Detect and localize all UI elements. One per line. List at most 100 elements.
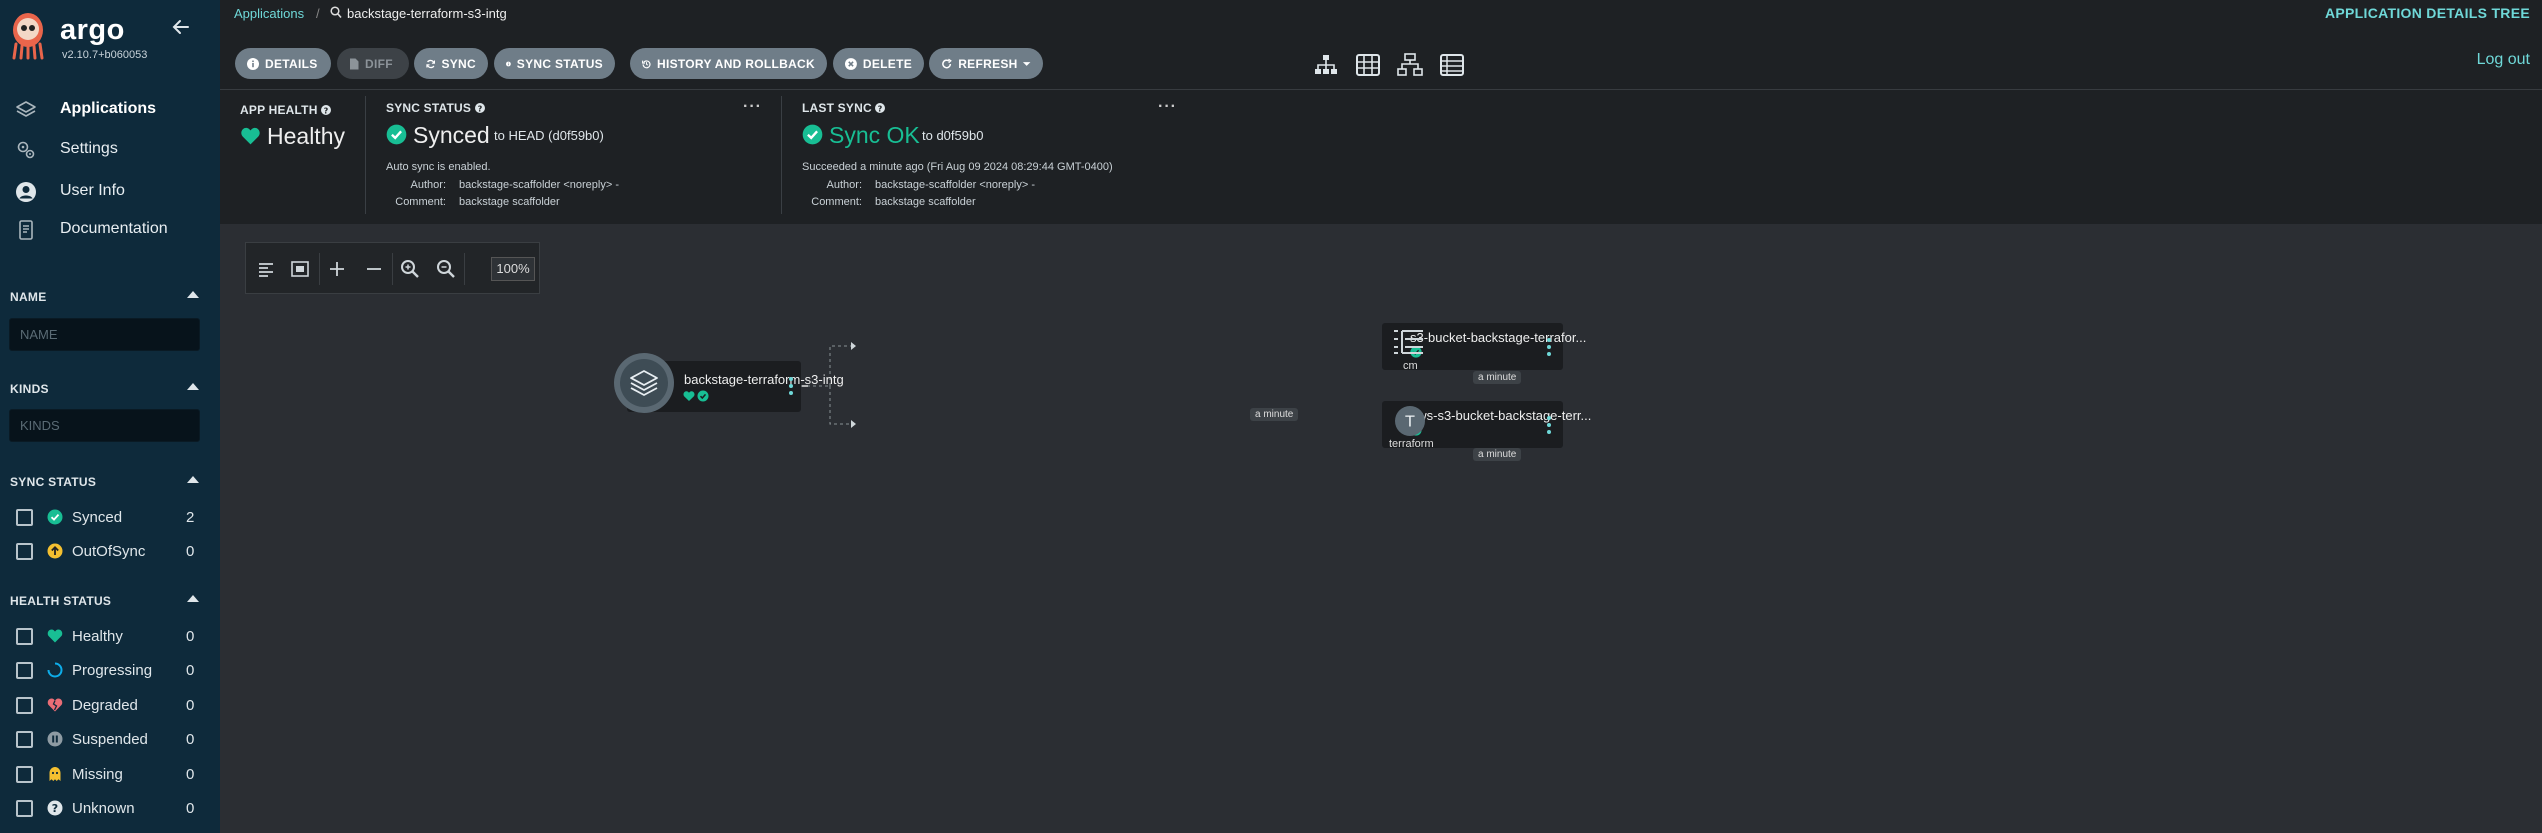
nav-applications[interactable]: Applications bbox=[0, 91, 220, 127]
filter-checkbox[interactable] bbox=[16, 543, 33, 560]
delete-label: DELETE bbox=[862, 56, 912, 71]
filter-checkbox[interactable] bbox=[16, 662, 33, 679]
filter-healthy[interactable]: Healthy 0 bbox=[0, 624, 220, 648]
node-actions-icon[interactable] bbox=[1544, 414, 1554, 436]
filter-checkbox[interactable] bbox=[16, 800, 33, 817]
comment-value: backstage scaffolder bbox=[459, 196, 560, 208]
filter-health-status-title: HEALTH STATUS bbox=[10, 594, 112, 608]
brand-version: v2.10.7+b060053 bbox=[62, 49, 148, 61]
divider bbox=[781, 96, 782, 214]
filter-count: 0 bbox=[186, 697, 195, 714]
filter-label: Synced bbox=[72, 509, 123, 526]
last-sync-time: Succeeded a minute ago (Fri Aug 09 2024 … bbox=[802, 161, 1113, 173]
question-icon: ? bbox=[47, 800, 63, 816]
sync-label: SYNC bbox=[441, 56, 476, 71]
nav-label: Applications bbox=[60, 100, 157, 117]
nav-label: Settings bbox=[60, 140, 118, 157]
node-title: backstage-terraform-s3-intg bbox=[684, 372, 844, 387]
filter-label: Missing bbox=[72, 766, 123, 783]
diff-label: DIFF bbox=[365, 56, 393, 71]
help-icon[interactable]: ? bbox=[474, 103, 485, 113]
filter-checkbox[interactable] bbox=[16, 697, 33, 714]
filter-label: Suspended bbox=[72, 731, 148, 748]
argo-logo-icon bbox=[12, 13, 44, 60]
filter-degraded[interactable]: Degraded 0 bbox=[0, 693, 220, 717]
history-rollback-button[interactable]: HISTORY AND ROLLBACK bbox=[630, 48, 827, 79]
nav-settings[interactable]: Settings bbox=[0, 131, 220, 167]
auto-sync-note: Auto sync is enabled. bbox=[386, 161, 491, 173]
filter-label: Unknown bbox=[72, 800, 135, 817]
kinds-filter-input[interactable] bbox=[9, 409, 200, 442]
breadcrumb-app-name[interactable]: backstage-terraform-s3-intg bbox=[347, 6, 507, 21]
nav-label: User Info bbox=[60, 182, 125, 199]
filter-suspended[interactable]: Suspended 0 bbox=[0, 727, 220, 751]
sync-status-button[interactable]: SYNC STATUS bbox=[494, 48, 615, 79]
progress-circle-icon bbox=[47, 662, 63, 678]
top-bar: Applications / backstage-terraform-s3-in… bbox=[220, 0, 2542, 28]
filter-progressing[interactable]: Progressing 0 bbox=[0, 658, 220, 682]
synced-check-icon bbox=[386, 124, 407, 145]
filter-out-of-sync[interactable]: OutOfSync 0 bbox=[0, 539, 220, 563]
filter-unknown[interactable]: ? Unknown 0 bbox=[0, 796, 220, 820]
node-age-badge: a minute bbox=[1473, 448, 1522, 461]
breadcrumb-applications[interactable]: Applications bbox=[234, 6, 304, 21]
filter-checkbox[interactable] bbox=[16, 628, 33, 645]
collapse-sidebar-icon[interactable] bbox=[170, 16, 192, 38]
synced-check-icon bbox=[697, 390, 709, 402]
collapse-caret-icon[interactable] bbox=[186, 289, 200, 299]
author-value: backstage-scaffolder <noreply> - bbox=[459, 179, 619, 191]
help-icon[interactable]: ? bbox=[321, 105, 332, 115]
author-key: Author: bbox=[826, 179, 862, 191]
search-icon[interactable] bbox=[330, 6, 342, 19]
filter-missing[interactable]: Missing 0 bbox=[0, 762, 220, 786]
svg-text:T: T bbox=[1404, 413, 1415, 431]
node-actions-icon[interactable] bbox=[1544, 336, 1554, 358]
collapse-caret-icon[interactable] bbox=[186, 381, 200, 391]
svg-text:?: ? bbox=[477, 104, 482, 113]
filter-count: 0 bbox=[186, 800, 195, 817]
filter-checkbox[interactable] bbox=[16, 766, 33, 783]
comment-value: backstage scaffolder bbox=[875, 196, 976, 208]
diff-button[interactable]: DIFF bbox=[337, 48, 409, 79]
nav-documentation[interactable]: Documentation bbox=[0, 211, 220, 247]
filter-count: 0 bbox=[186, 766, 195, 783]
svg-text:?: ? bbox=[324, 106, 329, 115]
resource-tree-canvas[interactable]: 100% backstage-terraform-s3-intg a minut… bbox=[220, 224, 2542, 833]
breadcrumb-separator: / bbox=[316, 6, 320, 21]
collapse-caret-icon[interactable] bbox=[186, 593, 200, 603]
sync-button[interactable]: SYNC bbox=[414, 48, 488, 79]
filter-count: 0 bbox=[186, 731, 195, 748]
refresh-button[interactable]: REFRESH bbox=[929, 48, 1043, 79]
node-title: aws-s3-bucket-backstage-terr... bbox=[1410, 408, 1592, 423]
tree-edges bbox=[801, 342, 856, 428]
filter-checkbox[interactable] bbox=[16, 509, 33, 526]
details-button[interactable]: DETAILS bbox=[235, 48, 331, 79]
filter-synced[interactable]: Synced 2 bbox=[0, 505, 220, 529]
list-view-icon[interactable] bbox=[1439, 53, 1465, 77]
sync-icon bbox=[426, 59, 436, 68]
collapse-node-icon[interactable] bbox=[802, 383, 808, 389]
filter-count: 2 bbox=[186, 509, 195, 526]
out-of-sync-icon bbox=[47, 543, 63, 559]
nav-user-info[interactable]: User Info bbox=[0, 173, 220, 209]
heart-icon bbox=[683, 391, 695, 401]
pods-grid-icon[interactable] bbox=[1355, 53, 1381, 77]
filter-checkbox[interactable] bbox=[16, 731, 33, 748]
app-health-value: Healthy bbox=[267, 123, 345, 149]
heart-icon bbox=[241, 127, 260, 145]
sync-status-more-button[interactable]: ··· bbox=[743, 98, 762, 116]
network-view-icon[interactable] bbox=[1397, 53, 1423, 77]
tree-view-icon[interactable] bbox=[1313, 53, 1339, 77]
delete-button[interactable]: DELETE bbox=[833, 48, 924, 79]
help-icon[interactable]: ? bbox=[875, 103, 886, 113]
collapse-caret-icon[interactable] bbox=[186, 474, 200, 484]
page-title: APPLICATION DETAILS TREE bbox=[2324, 5, 2530, 21]
sync-status-value: Synced bbox=[413, 122, 490, 148]
application-kind-icon bbox=[614, 353, 674, 413]
logout-link[interactable]: Log out bbox=[2477, 51, 2530, 69]
chevron-down-icon bbox=[1022, 61, 1031, 66]
name-filter-input[interactable] bbox=[9, 318, 200, 351]
last-sync-more-button[interactable]: ··· bbox=[1158, 98, 1177, 116]
node-actions-icon[interactable] bbox=[786, 375, 796, 397]
filter-sync-status-title: SYNC STATUS bbox=[10, 475, 97, 489]
